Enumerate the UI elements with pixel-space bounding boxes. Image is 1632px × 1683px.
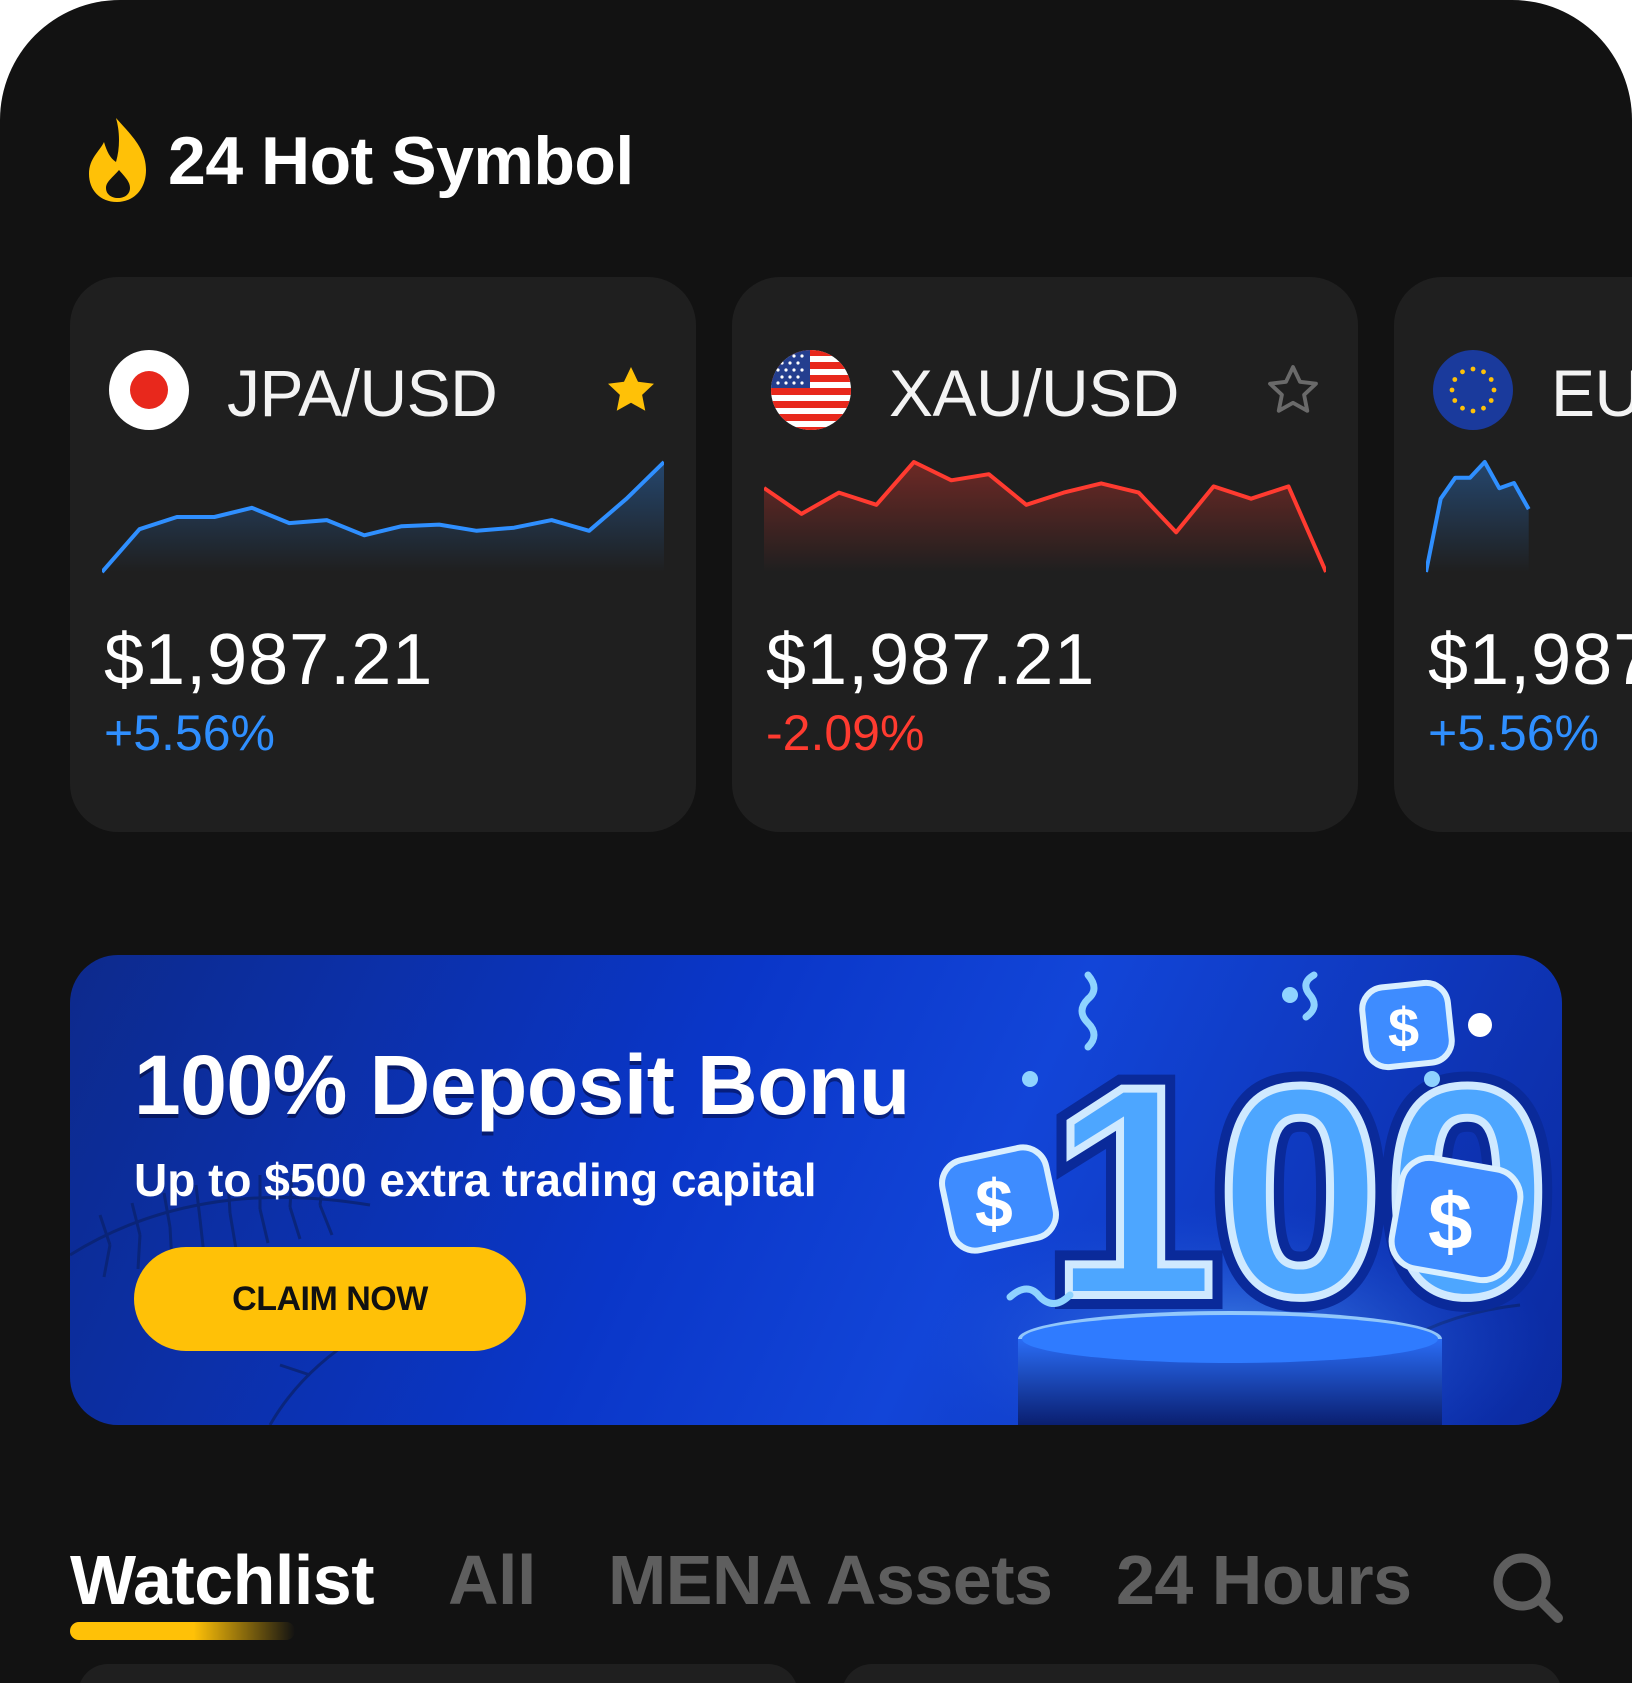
sparkline-chart	[764, 460, 1326, 573]
svg-text:$: $	[975, 1166, 1013, 1242]
sparkline-chart	[102, 460, 664, 574]
fire-icon	[89, 118, 146, 202]
list-item[interactable]	[78, 1664, 798, 1683]
symbol-change: +5.56%	[104, 705, 275, 761]
sparkline-area	[1426, 462, 1529, 572]
banner-subtitle: Up to $500 extra trading capital	[134, 1154, 817, 1206]
tab-watchlist[interactable]: Watchlist	[70, 1540, 375, 1620]
us-flag-icon	[771, 350, 851, 430]
symbol-name: XAU/USD	[889, 356, 1179, 430]
symbol-name: JPA/USD	[227, 356, 498, 430]
symbol-card-xau-usd[interactable]: XAU/USD $1,987.21 -2.09%	[732, 277, 1358, 832]
japan-flag-icon	[109, 350, 189, 430]
section-title: 24 Hot Symbol	[168, 123, 634, 199]
claim-now-button[interactable]: CLAIM NOW	[134, 1247, 526, 1351]
app-screen: 24 Hot Symbol JPA/USD $1,987.21 +5.56% X…	[0, 0, 1632, 1683]
symbol-change: +5.56%	[1428, 705, 1599, 761]
star-filled-icon[interactable]	[602, 361, 660, 419]
active-tab-indicator	[70, 1622, 295, 1640]
sparkline-area	[764, 462, 1326, 572]
tab-mena-assets[interactable]: MENA Assets	[608, 1540, 1053, 1620]
symbol-card-eur-usd[interactable]: EUR/USD $1,987.21 +5.56%	[1394, 277, 1632, 832]
tab-24-hours[interactable]: 24 Hours	[1116, 1540, 1412, 1620]
symbol-price: $1,987.21	[1428, 620, 1632, 700]
symbol-name: EUR/USD	[1551, 356, 1632, 430]
market-tabs: Watchlist All MENA Assets 24 Hours	[70, 1540, 1570, 1650]
symbol-price: $1,987.21	[104, 620, 434, 700]
section-header: 24 Hot Symbol	[86, 118, 634, 204]
list-item[interactable]	[842, 1664, 1562, 1683]
svg-text:$: $	[1388, 996, 1419, 1059]
symbol-price: $1,987.21	[766, 620, 1096, 700]
banner-headline: 100% Deposit Bonu	[134, 1038, 910, 1132]
symbol-change: -2.09%	[766, 705, 925, 761]
symbol-card-jpa-usd[interactable]: JPA/USD $1,987.21 +5.56%	[70, 277, 696, 832]
promo-banner[interactable]: 100 100 $ $ $ 100% Deposit Bonu Up to $5…	[70, 955, 1562, 1425]
sparkline-chart	[1426, 460, 1531, 573]
tab-all[interactable]: All	[448, 1540, 536, 1620]
search-icon[interactable]	[1490, 1550, 1566, 1626]
eu-flag-icon	[1433, 350, 1513, 430]
svg-text:$: $	[1428, 1177, 1473, 1266]
star-outline-icon[interactable]	[1264, 361, 1322, 419]
